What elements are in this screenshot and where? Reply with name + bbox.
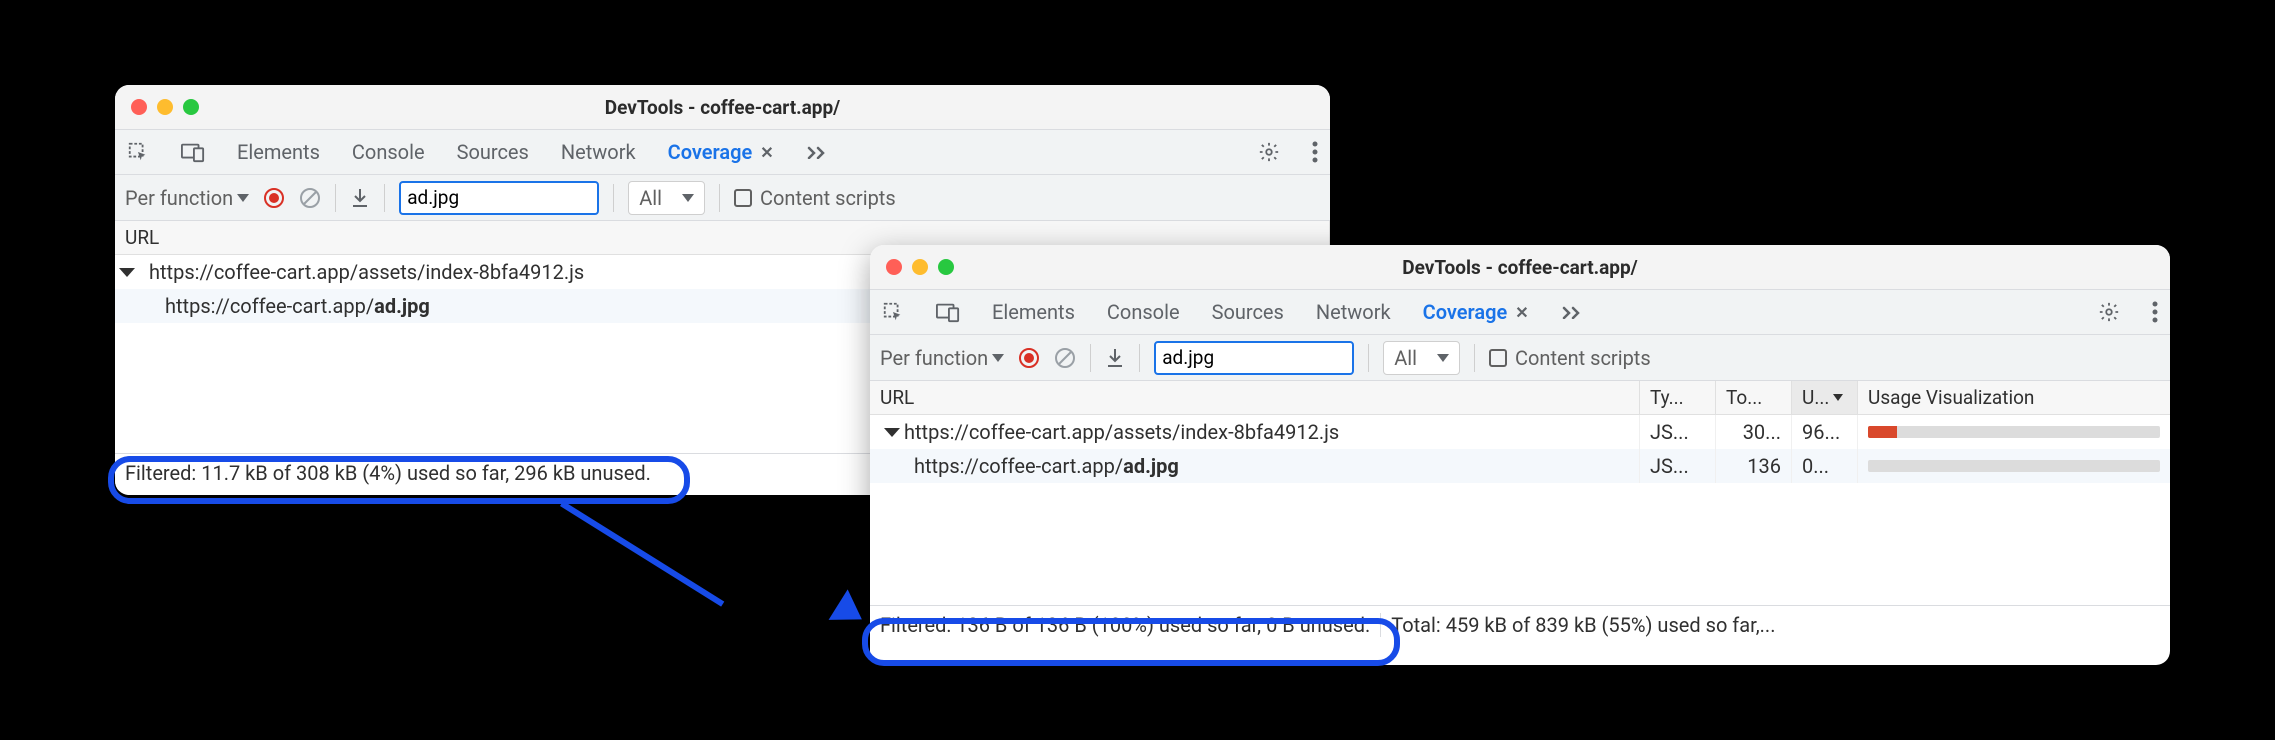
divider — [384, 184, 385, 212]
export-button[interactable] — [1105, 347, 1125, 369]
sort-desc-icon — [1833, 394, 1843, 401]
filtered-status: Filtered: 11.7 kB of 308 kB (4%) used so… — [115, 461, 661, 485]
panel-tabs: Elements Console Sources Network Coverag… — [115, 129, 1330, 175]
table-row[interactable]: https://coffee-cart.app/ad.jpg JS... 136… — [870, 449, 2170, 483]
filter-input-wrapper: ✕ — [399, 181, 599, 215]
granularity-select[interactable]: Per function — [125, 186, 249, 210]
chevron-down-icon — [237, 194, 249, 202]
titlebar: DevTools - coffee-cart.app/ — [870, 245, 2170, 289]
granularity-select[interactable]: Per function — [880, 346, 1004, 370]
url-cell: https://coffee-cart.app/ad.jpg — [914, 454, 1179, 478]
tab-coverage[interactable]: Coverage✕ — [1423, 300, 1529, 324]
chevron-down-icon — [1437, 354, 1449, 362]
titlebar: DevTools - coffee-cart.app/ — [115, 85, 1330, 129]
header-url[interactable]: URL — [870, 381, 1640, 414]
header-unused[interactable]: U... — [1792, 381, 1858, 414]
checkbox-icon — [1489, 349, 1507, 367]
filter-input-wrapper: ✕ — [1154, 341, 1354, 375]
chevron-down-icon — [992, 354, 1004, 362]
divider — [1368, 344, 1369, 372]
window-title: DevTools - coffee-cart.app/ — [115, 96, 1330, 119]
type-filter-select[interactable]: All — [1383, 341, 1460, 375]
filter-input[interactable] — [1162, 346, 1407, 369]
filtered-status: Filtered: 136 B of 136 B (100%) used so … — [870, 613, 1381, 637]
filter-input[interactable] — [407, 186, 652, 209]
coverage-toolbar: Per function ✕ All Content scripts — [115, 175, 1330, 221]
header-total[interactable]: To... — [1716, 381, 1792, 414]
tab-sources[interactable]: Sources — [457, 140, 529, 164]
header-viz[interactable]: Usage Visualization — [1858, 381, 2170, 414]
inspect-element-icon[interactable] — [127, 141, 149, 163]
disclosure-triangle-icon[interactable] — [884, 428, 900, 437]
annotation-arrow — [560, 501, 724, 607]
record-button[interactable] — [263, 187, 285, 209]
settings-icon[interactable] — [2098, 301, 2120, 323]
total-status: Total: 459 kB of 839 kB (55%) used so fa… — [1381, 613, 2170, 637]
tab-elements[interactable]: Elements — [237, 140, 320, 164]
tab-network[interactable]: Network — [1316, 300, 1391, 324]
type-cell: JS... — [1640, 415, 1716, 449]
clear-button[interactable] — [299, 187, 321, 209]
device-toggle-icon[interactable] — [936, 301, 960, 323]
chevron-down-icon — [682, 194, 694, 202]
divider — [613, 184, 614, 212]
kebab-menu-icon[interactable] — [2152, 301, 2158, 323]
unused-cell: 0... — [1792, 449, 1858, 483]
inspect-element-icon[interactable] — [882, 301, 904, 323]
tab-coverage[interactable]: Coverage✕ — [668, 140, 774, 164]
tab-console[interactable]: Console — [352, 140, 425, 164]
table-row[interactable]: https://coffee-cart.app/assets/index-8bf… — [870, 415, 2170, 449]
divider — [1474, 344, 1475, 372]
content-scripts-checkbox[interactable]: Content scripts — [734, 186, 896, 210]
record-button[interactable] — [1018, 347, 1040, 369]
device-toggle-icon[interactable] — [181, 141, 205, 163]
clear-button[interactable] — [1054, 347, 1076, 369]
usage-bar — [1868, 460, 2160, 472]
divider — [719, 184, 720, 212]
settings-icon[interactable] — [1258, 141, 1280, 163]
panel-tabs: Elements Console Sources Network Coverag… — [870, 289, 2170, 335]
tab-console[interactable]: Console — [1107, 300, 1180, 324]
window-title: DevTools - coffee-cart.app/ — [870, 256, 2170, 279]
more-tabs-icon[interactable] — [806, 145, 828, 159]
status-bar: Filtered: 136 B of 136 B (100%) used so … — [870, 605, 2170, 643]
divider — [335, 184, 336, 212]
kebab-menu-icon[interactable] — [1312, 141, 1318, 163]
checkbox-icon — [734, 189, 752, 207]
unused-cell: 96... — [1792, 415, 1858, 449]
tab-network[interactable]: Network — [561, 140, 636, 164]
divider — [1139, 344, 1140, 372]
total-cell: 30... — [1716, 415, 1792, 449]
coverage-toolbar: Per function ✕ All Content scripts — [870, 335, 2170, 381]
tab-sources[interactable]: Sources — [1212, 300, 1284, 324]
table-header: URL Ty... To... U... Usage Visualization — [870, 381, 2170, 415]
export-button[interactable] — [350, 187, 370, 209]
arrow-head-icon — [829, 589, 872, 634]
header-type[interactable]: Ty... — [1640, 381, 1716, 414]
tab-elements[interactable]: Elements — [992, 300, 1075, 324]
disclosure-triangle-icon[interactable] — [119, 268, 135, 277]
divider — [1090, 344, 1091, 372]
devtools-window-right: DevTools - coffee-cart.app/ Elements Con… — [870, 245, 2170, 665]
close-tab-icon[interactable]: ✕ — [760, 143, 773, 162]
table-body: https://coffee-cart.app/assets/index-8bf… — [870, 415, 2170, 605]
total-cell: 136 — [1716, 449, 1792, 483]
url-cell: https://coffee-cart.app/assets/index-8bf… — [904, 420, 1339, 444]
type-cell: JS... — [1640, 449, 1716, 483]
type-filter-select[interactable]: All — [628, 181, 705, 215]
usage-bar — [1868, 426, 2160, 438]
close-tab-icon[interactable]: ✕ — [1515, 303, 1528, 322]
content-scripts-checkbox[interactable]: Content scripts — [1489, 346, 1651, 370]
more-tabs-icon[interactable] — [1561, 305, 1583, 319]
